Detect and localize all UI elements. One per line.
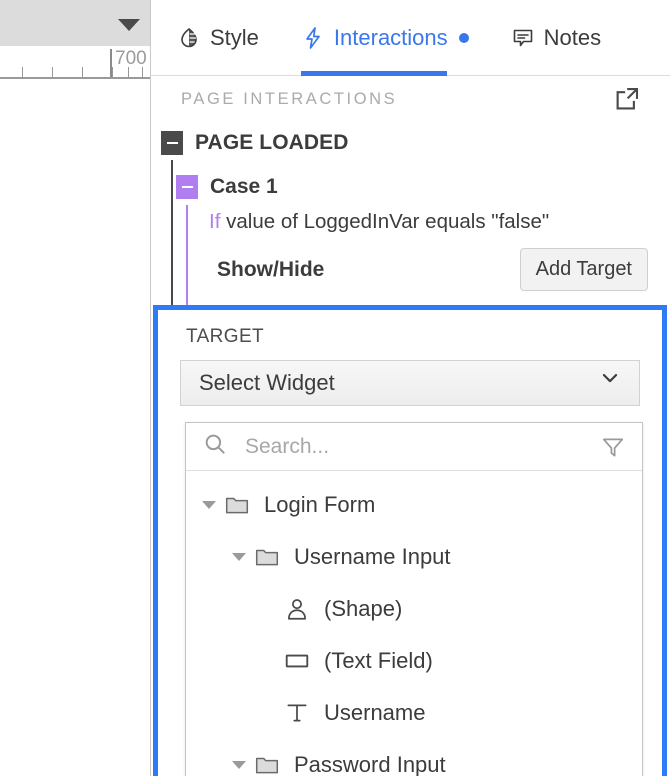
case-row[interactable]: Case 1: [151, 170, 670, 204]
tab-interactions-label: Interactions: [333, 24, 448, 50]
inspector-panel: Style Interactions Notes PAGE INTERACTIO…: [150, 0, 670, 776]
tab-interactions[interactable]: Interactions: [300, 0, 469, 76]
tree-row-label: (Text Field): [324, 648, 433, 673]
condition-text: value of LoggedInVar equals "false": [226, 210, 550, 233]
text-type-icon: [282, 700, 312, 726]
canvas-body[interactable]: [0, 79, 150, 776]
tab-notes[interactable]: Notes: [511, 0, 601, 76]
speech-bubble-icon: [511, 26, 535, 50]
event-page-loaded[interactable]: PAGE LOADED: [151, 126, 670, 160]
select-widget-dropdown[interactable]: Select Widget: [180, 360, 640, 406]
triangle-down-icon[interactable]: [118, 19, 140, 31]
condition-keyword: If: [209, 210, 221, 233]
lightning-bolt-icon: [301, 26, 325, 50]
style-leaf-icon: [177, 26, 201, 50]
tree-row-label: Login Form: [264, 492, 376, 517]
folder-icon: [252, 752, 282, 776]
widget-tree: Login Form Username Input (Shape) (Text Fie…: [186, 471, 642, 776]
action-show-hide[interactable]: Show/Hide Add Target: [151, 248, 670, 291]
screen-root: 700 Style Interactions Notes PAGE INTERA…: [0, 0, 670, 776]
caret-down-icon[interactable]: [230, 548, 248, 566]
tree-row-label: Password Input: [294, 752, 446, 776]
action-label: Show/Hide: [217, 258, 325, 281]
person-icon: [282, 596, 312, 622]
inspector-tabbar: Style Interactions Notes: [151, 0, 670, 76]
select-widget-value: Select Widget: [199, 370, 335, 395]
search-icon: [202, 431, 228, 462]
canvas-area: 700: [0, 0, 150, 776]
target-config-panel: TARGET Select Widget Search... Login For…: [153, 305, 667, 776]
tree-row[interactable]: (Shape): [186, 583, 642, 635]
tree-row[interactable]: (Text Field): [186, 635, 642, 687]
tree-row[interactable]: Username: [186, 687, 642, 739]
search-row: [186, 423, 642, 471]
tab-style[interactable]: Style: [177, 0, 259, 76]
caret-down-icon[interactable]: [200, 496, 218, 514]
tab-style-label: Style: [210, 24, 259, 50]
target-label: TARGET: [186, 326, 265, 347]
tree-caret-spacer: [260, 600, 278, 618]
tree-caret-spacer: [260, 704, 278, 722]
collapse-toggle-case[interactable]: [176, 175, 198, 199]
horizontal-ruler[interactable]: 700: [0, 46, 150, 79]
filter-funnel-icon[interactable]: [600, 434, 626, 465]
tab-notes-label: Notes: [543, 24, 602, 50]
search-input[interactable]: [245, 434, 545, 459]
chevron-down-icon: [598, 366, 622, 395]
widget-picker-dropdown: Login Form Username Input (Shape) (Text Fie…: [185, 422, 643, 776]
unsaved-changes-dot: [458, 32, 469, 43]
caret-down-icon[interactable]: [230, 756, 248, 774]
event-label: PAGE LOADED: [195, 131, 349, 154]
folder-icon: [222, 492, 252, 518]
external-link-icon[interactable]: [610, 83, 644, 115]
add-target-button[interactable]: Add Target: [519, 248, 648, 291]
case-label: Case 1: [210, 175, 278, 198]
text-field-icon: [282, 648, 312, 674]
tree-caret-spacer: [260, 652, 278, 670]
case-condition[interactable]: If value of LoggedInVar equals "false": [151, 210, 670, 234]
tree-row[interactable]: Password Input: [186, 739, 642, 776]
tree-row-label: Username Input: [294, 544, 451, 569]
tree-row[interactable]: Login Form: [186, 479, 642, 531]
folder-icon: [252, 544, 282, 570]
ruler-label: 700: [115, 48, 147, 69]
tree-row[interactable]: Username Input: [186, 531, 642, 583]
section-title: PAGE INTERACTIONS: [181, 89, 398, 108]
collapse-toggle-event[interactable]: [161, 131, 183, 155]
tree-row-label: (Shape): [324, 596, 403, 621]
page-interactions-header: PAGE INTERACTIONS: [151, 76, 670, 122]
canvas-toolbar: [0, 0, 150, 46]
tree-row-label: Username: [324, 700, 426, 725]
